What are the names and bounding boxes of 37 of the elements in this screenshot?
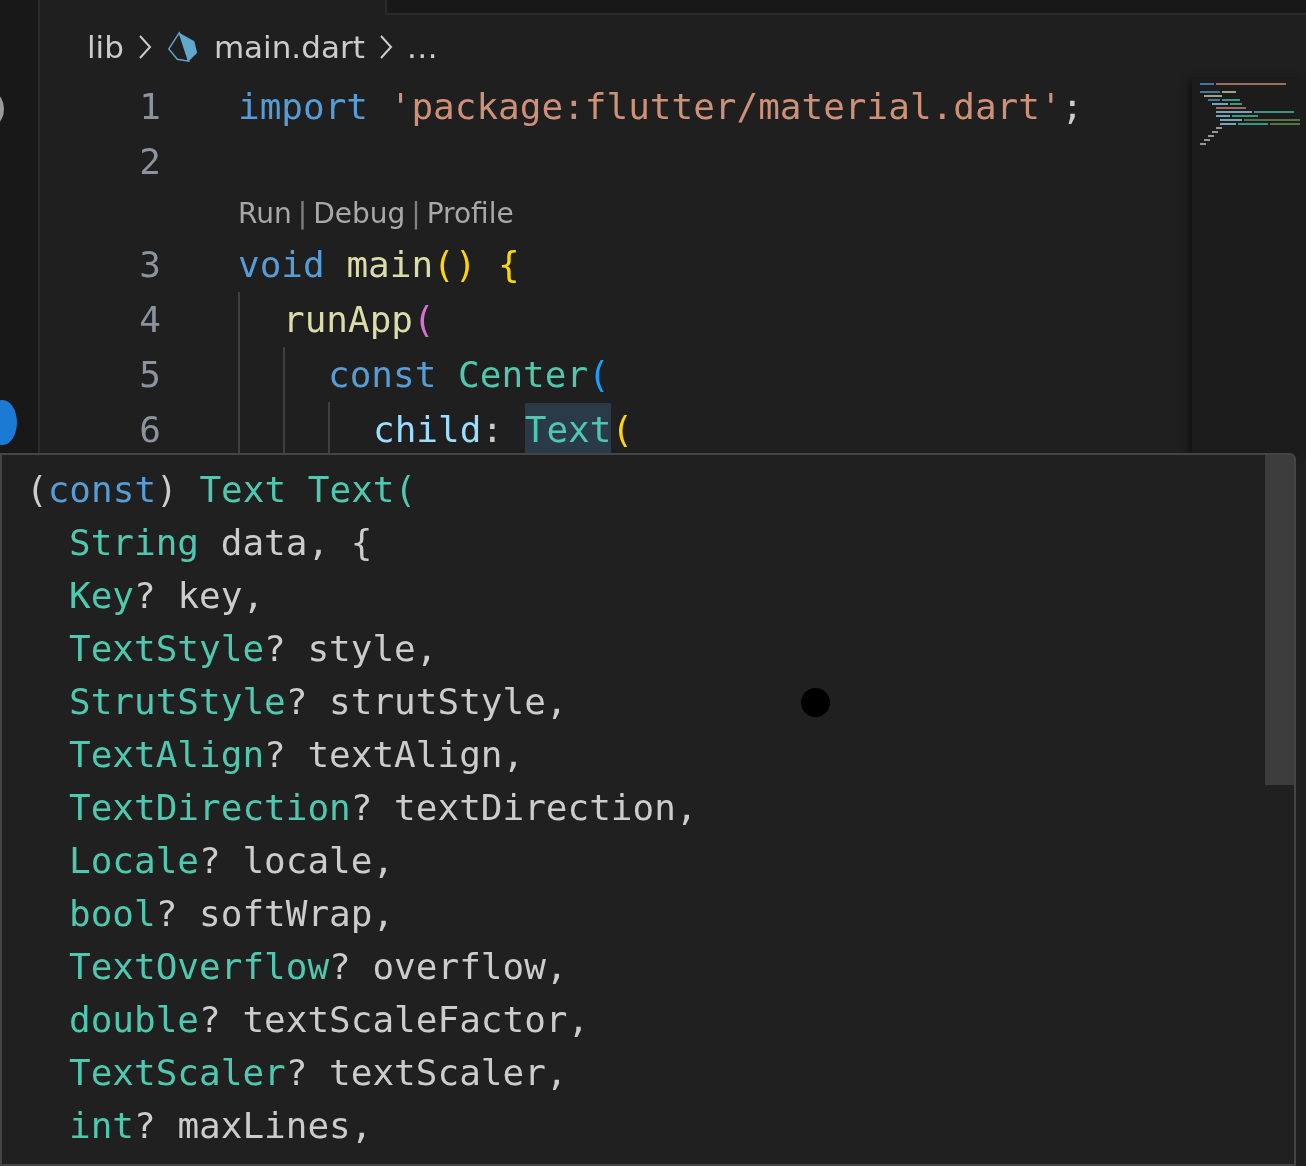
breadcrumb-item[interactable]: lib xyxy=(87,29,124,65)
signature-line: (const) Text Text( xyxy=(26,468,417,512)
minimap-drawing[interactable] xyxy=(1192,79,1306,453)
scrollbar-thumb[interactable] xyxy=(1265,455,1294,785)
breadcrumb-item[interactable]: main.dart xyxy=(213,29,365,65)
signature-line: Locale? locale, xyxy=(69,839,395,883)
signature-line: double? textScaleFactor, xyxy=(69,998,590,1042)
signature-line: int? maxLines, xyxy=(69,1104,373,1148)
codelens-link[interactable]: Profile xyxy=(426,196,514,230)
separator: | xyxy=(411,196,421,230)
line-number: 5 xyxy=(138,354,161,395)
breadcrumb-ellipsis[interactable]: … xyxy=(406,29,438,65)
line-number: 6 xyxy=(138,409,161,450)
code-line: child: Text( xyxy=(373,402,634,457)
code-line: runApp( xyxy=(283,298,435,342)
signature-line: TextAlign? textAlign, xyxy=(69,733,525,777)
separator: | xyxy=(297,196,308,230)
line-number: 2 xyxy=(138,141,161,182)
code-line: import 'package:flutter/material.dart'; xyxy=(238,85,1084,129)
code-line: const Center( xyxy=(328,353,610,397)
codelens-link[interactable]: Debug xyxy=(313,196,406,230)
signature-line: TextStyle? style, xyxy=(69,627,438,671)
dart-file-icon xyxy=(165,30,200,64)
signature-line: TextOverflow? overflow, xyxy=(69,945,568,989)
line-number: 4 xyxy=(138,299,161,340)
chevron-icon xyxy=(378,34,393,60)
signature-line: StrutStyle? strutStyle, xyxy=(69,680,568,724)
codelens-link[interactable]: Run xyxy=(238,196,292,230)
signature-line: TextScaler? textScaler, xyxy=(69,1051,568,1095)
signature-line: String data, { xyxy=(69,521,373,565)
line-number: 3 xyxy=(138,244,161,285)
chevron-icon xyxy=(137,34,152,60)
line-number: 1 xyxy=(138,86,161,127)
signature-line: Key? key, xyxy=(69,574,265,618)
signature-line: TextDirection? textDirection, xyxy=(69,786,698,830)
signature-line: bool? softWrap, xyxy=(69,892,395,936)
code-line: void main() { xyxy=(238,243,520,287)
